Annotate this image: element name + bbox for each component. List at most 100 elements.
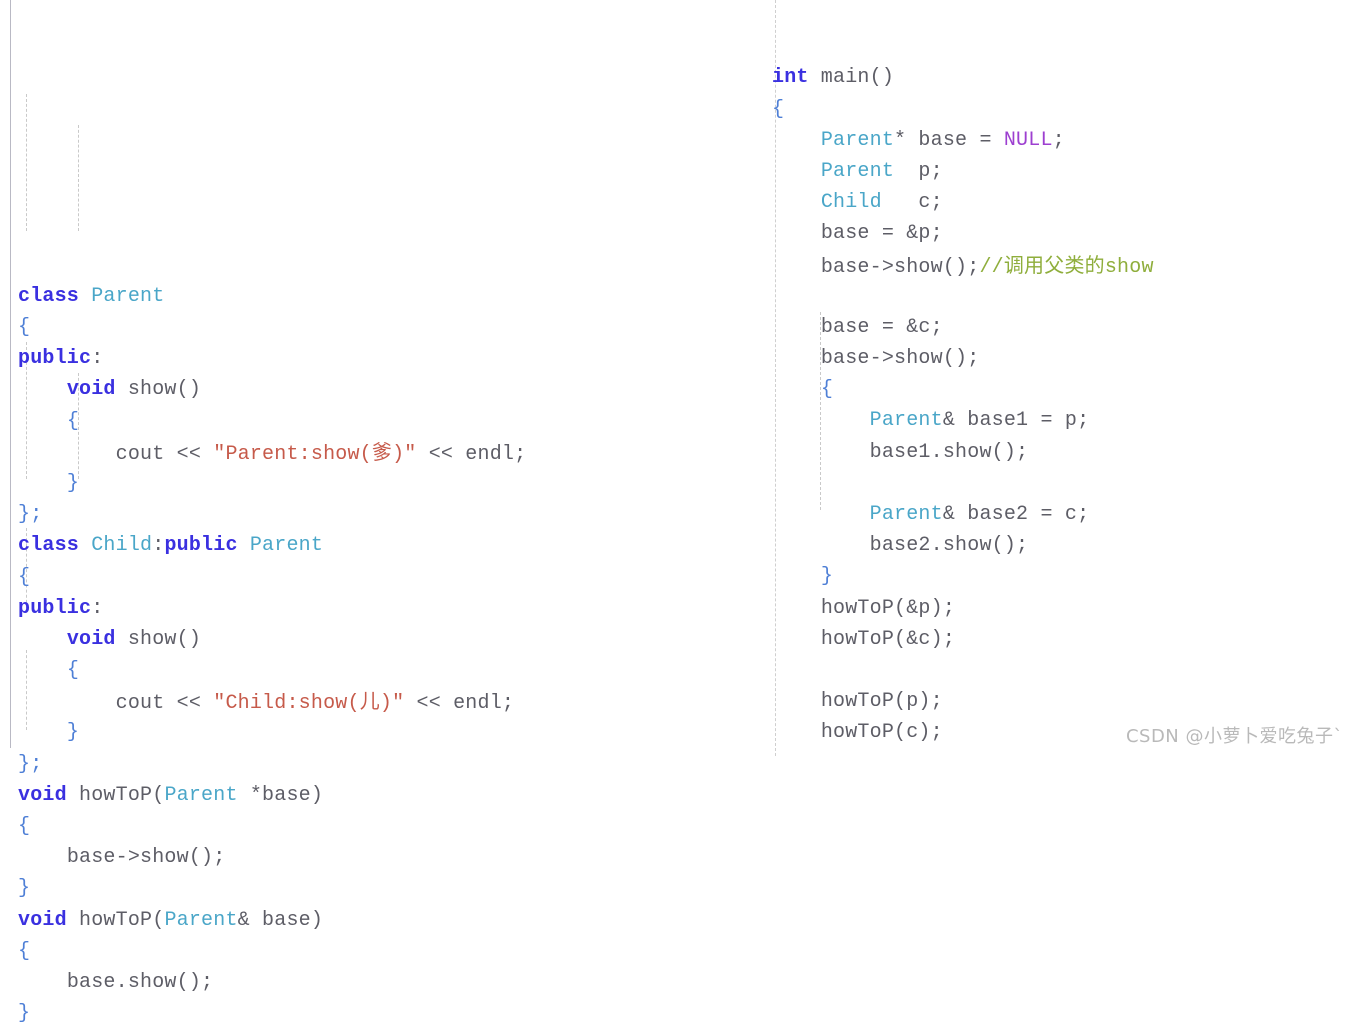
code-token-kw: void	[18, 783, 67, 807]
code-line[interactable]: base->show();//调用父类的show	[772, 250, 1347, 281]
code-token-type: Parent	[820, 159, 895, 183]
code-line[interactable]: base = &c;	[772, 312, 1347, 343]
code-line[interactable]: cout << "Child:show(儿)" << endl;	[18, 686, 758, 717]
code-token-plain: base2.show();	[869, 534, 1029, 558]
right-code-pane[interactable]: int main() { Parent* base = NULL; Parent …	[772, 0, 1347, 749]
code-line[interactable]: base->show();	[772, 343, 1347, 374]
code-line[interactable]: base.show();	[18, 967, 758, 998]
code-line[interactable]: howToP(&p);	[772, 593, 1347, 624]
code-line[interactable]: howToP(p);	[772, 686, 1347, 717]
code-token-plain: howToP(c);	[820, 721, 943, 745]
code-token-str: "Parent:show(	[213, 442, 372, 466]
code-token-str-cjk: 儿	[359, 689, 380, 714]
code-token-plain: howToP(	[66, 783, 165, 807]
code-line[interactable]: void show()	[18, 624, 758, 655]
code-line[interactable]: cout << "Parent:show(爹)" << endl;	[18, 437, 758, 468]
code-token-plain: base->show();	[820, 347, 980, 371]
code-line[interactable]: }	[18, 998, 758, 1029]
code-line[interactable]: Parent& base1 = p;	[772, 405, 1347, 436]
code-line[interactable]: class Child:public Parent	[18, 530, 758, 561]
code-line[interactable]: {	[772, 374, 1347, 405]
code-token-type: Parent	[869, 503, 943, 527]
code-line[interactable]: Child c;	[772, 187, 1347, 218]
code-line[interactable]: };	[18, 749, 758, 780]
code-line[interactable]: {	[18, 406, 758, 437]
code-line[interactable]: {	[772, 94, 1347, 125]
code-line[interactable]: Parent& base2 = c;	[772, 499, 1347, 530]
code-token-str: )"	[379, 692, 405, 716]
code-line[interactable]: {	[18, 312, 758, 343]
code-token-cmt: show	[1104, 255, 1154, 279]
code-line[interactable]: howToP(&c);	[772, 624, 1347, 655]
code-token-type: Parent	[164, 908, 238, 932]
code-line[interactable]: {	[18, 936, 758, 967]
code-token-plain: c;	[881, 191, 943, 215]
code-line[interactable]: }	[772, 561, 1347, 592]
code-line[interactable]: Parent* base = NULL;	[772, 125, 1347, 156]
code-line[interactable]: void howToP(Parent& base)	[18, 905, 758, 936]
code-line[interactable]: int main()	[772, 62, 1347, 93]
code-token-kw: int	[772, 66, 809, 90]
code-token-plain: :	[91, 347, 104, 371]
left-code-pane[interactable]: class Parent {public: void show() { cout …	[10, 0, 758, 1029]
code-token-plain: cout <<	[115, 442, 214, 466]
code-token-plain: base->show();	[820, 255, 980, 279]
code-line[interactable]: base->show();	[18, 842, 758, 873]
code-line[interactable]: public:	[18, 343, 758, 374]
code-line[interactable]: }	[18, 717, 758, 748]
code-line[interactable]: public:	[18, 593, 758, 624]
code-token-type: Parent	[249, 534, 324, 558]
code-token-type: Parent	[164, 783, 238, 807]
code-line[interactable]: void howToP(Parent *base)	[18, 780, 758, 811]
code-token-plain: base.show();	[66, 970, 214, 994]
code-token-plain: ;	[1052, 128, 1065, 152]
code-line[interactable]: };	[18, 499, 758, 530]
code-line[interactable]: base = &p;	[772, 218, 1347, 249]
code-line[interactable]: {	[18, 655, 758, 686]
code-token-kw: class	[18, 534, 80, 558]
code-line[interactable]	[772, 655, 1347, 686]
code-line[interactable]: {	[18, 811, 758, 842]
code-line[interactable]: class Parent	[18, 281, 758, 312]
code-token-plain: << endl;	[416, 442, 527, 466]
code-token-plain: howToP(	[66, 908, 165, 932]
code-token-plain: & base2 = c;	[942, 503, 1090, 527]
code-token-plain: *base)	[237, 783, 324, 807]
code-line[interactable]: }	[18, 873, 758, 904]
code-token-plain: cout <<	[115, 692, 214, 716]
code-line[interactable]: void show()	[18, 374, 758, 405]
code-token-cmt-cjk: 调用父类的	[1003, 252, 1105, 277]
code-token-brace: }	[820, 565, 834, 589]
code-line[interactable]: Parent p;	[772, 156, 1347, 187]
code-token-plain: & base1 = p;	[942, 409, 1090, 433]
code-token-type: Child	[820, 191, 882, 215]
code-line[interactable]	[772, 281, 1347, 312]
code-line[interactable]: }	[18, 468, 758, 499]
code-token-brace: {	[18, 316, 31, 340]
code-token-plain: howToP(&p);	[820, 596, 956, 620]
code-line[interactable]	[772, 468, 1347, 499]
code-line[interactable]: {	[18, 562, 758, 593]
code-line[interactable]: base2.show();	[772, 530, 1347, 561]
code-line[interactable]: base1.show();	[772, 437, 1347, 468]
code-token-brace: {	[820, 378, 834, 402]
indent-guide-left-level1	[26, 94, 27, 231]
code-token-kw: void	[66, 627, 116, 651]
code-token-plain: howToP(&c);	[820, 627, 956, 651]
code-token-brace: {	[772, 97, 785, 121]
code-token-kw: void	[66, 378, 116, 402]
